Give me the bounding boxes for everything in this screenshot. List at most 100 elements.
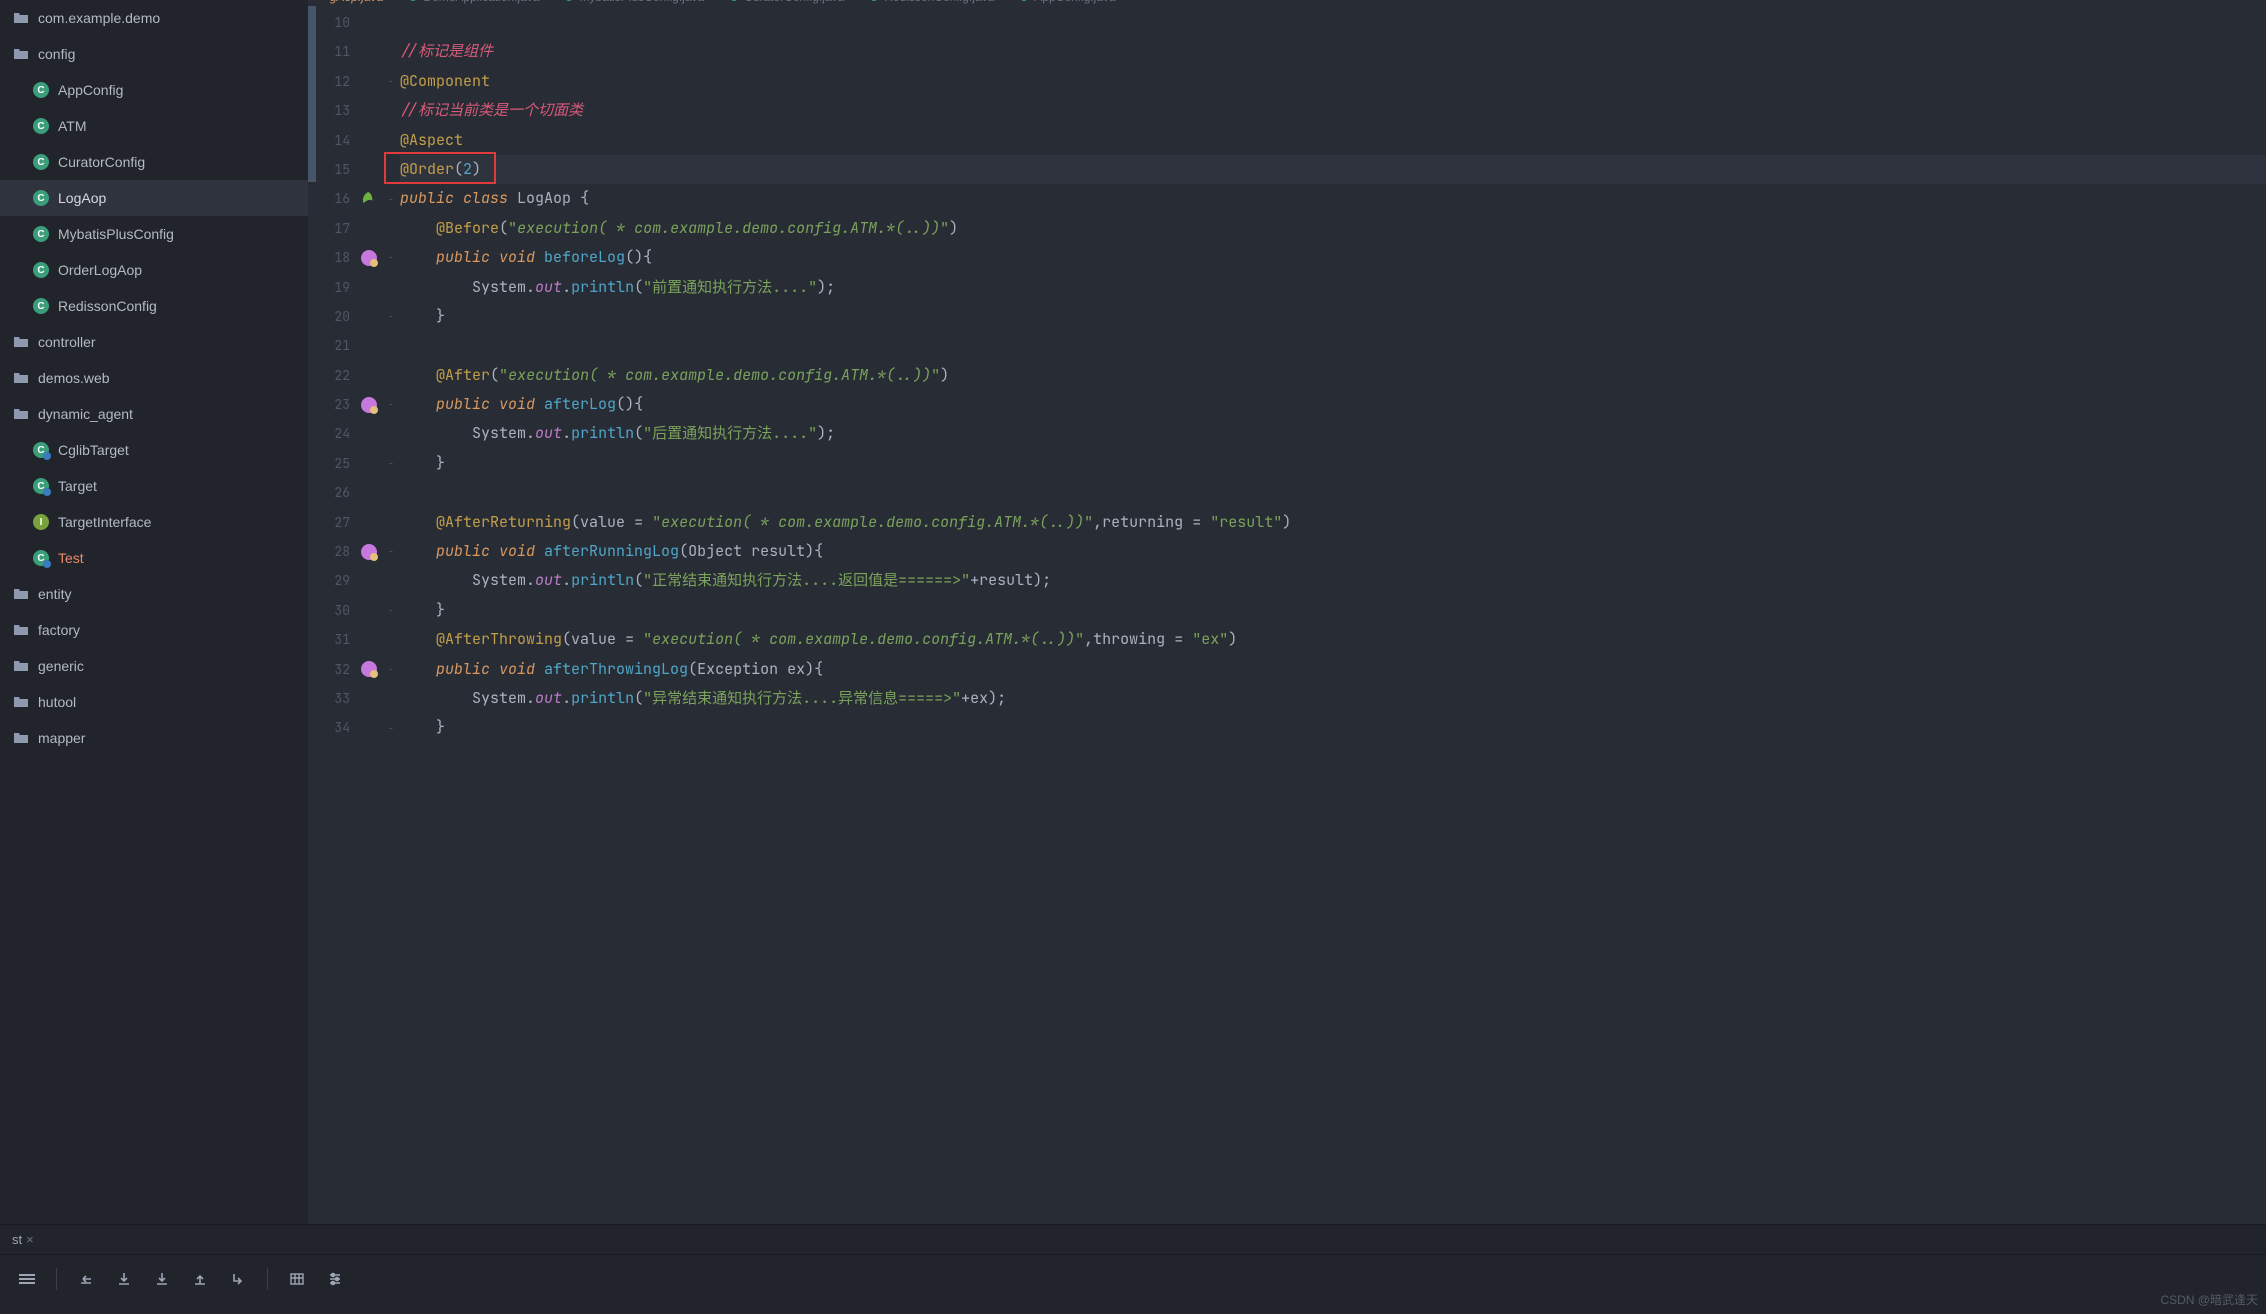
code-line-22[interactable]: @After("execution( * com.example.demo.co… (400, 361, 2266, 390)
indent-left-icon[interactable] (77, 1270, 95, 1288)
code-line-23[interactable]: public void afterLog(){ (400, 390, 2266, 419)
tree-item-config[interactable]: config (0, 36, 308, 72)
tree-item-entity[interactable]: entity (0, 576, 308, 612)
tree-item-label: CuratorConfig (58, 154, 145, 170)
tree-item-mybatisplusconfig[interactable]: C MybatisPlusConfig (0, 216, 308, 252)
tree-item-controller[interactable]: controller (0, 324, 308, 360)
fold-toggle[interactable]: − (382, 243, 400, 272)
tree-item-label: RedissonConfig (58, 298, 157, 314)
aop-gutter-icon[interactable] (356, 390, 382, 419)
tree-item-appconfig[interactable]: CAppConfig (0, 72, 308, 108)
fold-toggle[interactable]: − (382, 655, 400, 684)
code-line-13[interactable]: //标记当前类是一个切面类 (400, 96, 2266, 125)
code-line-11[interactable]: //标记是组件 (400, 37, 2266, 66)
fold-toggle[interactable]: − (382, 449, 400, 478)
code-line-19[interactable]: System.out.println("前置通知执行方法...."); (400, 273, 2266, 302)
code-line-34[interactable]: } (400, 713, 2266, 742)
download-icon[interactable] (115, 1270, 133, 1288)
fold-toggle[interactable]: − (382, 596, 400, 625)
project-tree[interactable]: com.example.demo configCAppConfigCATMCCu… (0, 0, 308, 1224)
tree-item-targetinterface[interactable]: ITargetInterface (0, 504, 308, 540)
tree-item-label: AppConfig (58, 82, 123, 98)
tree-root[interactable]: com.example.demo (0, 0, 308, 36)
fold-toggle[interactable]: − (382, 713, 400, 742)
tool-window-tabs[interactable]: st× (0, 1224, 2266, 1254)
tree-item-label: factory (38, 622, 80, 638)
tree-item-factory[interactable]: factory (0, 612, 308, 648)
tree-item-test[interactable]: CTest (0, 540, 308, 576)
class-icon: C (32, 297, 50, 315)
code-line-31[interactable]: @AfterThrowing(value = "execution( * com… (400, 625, 2266, 654)
tree-item-cglibtarget[interactable]: CCglibTarget (0, 432, 308, 468)
tree-item-atm[interactable]: CATM (0, 108, 308, 144)
tree-item-label: MybatisPlusConfig (58, 226, 174, 242)
code-line-32[interactable]: public void afterThrowingLog(Exception e… (400, 655, 2266, 684)
tree-root-label: com.example.demo (38, 10, 160, 26)
code-line-27[interactable]: @AfterReturning(value = "execution( * co… (400, 508, 2266, 537)
class-icon: C (32, 153, 50, 171)
table-icon[interactable] (288, 1270, 306, 1288)
tree-item-mapper[interactable]: mapper (0, 720, 308, 756)
fold-toggle[interactable]: − (382, 184, 400, 213)
tree-item-logaop[interactable]: CLogAop (0, 180, 308, 216)
fold-toggle[interactable]: − (382, 67, 400, 96)
download-icon[interactable] (153, 1270, 171, 1288)
folder-icon (12, 405, 30, 423)
tool-tab-st[interactable]: st× (4, 1228, 42, 1251)
code-line-14[interactable]: @Aspect (400, 126, 2266, 155)
tree-item-orderlogaop[interactable]: COrderLogAop (0, 252, 308, 288)
code-line-20[interactable]: } (400, 302, 2266, 331)
tree-item-label: Target (58, 478, 97, 494)
code-line-15[interactable]: @Order(2) (400, 155, 2266, 184)
folder-icon (12, 693, 30, 711)
tree-item-label: generic (38, 658, 84, 674)
class-icon: C (32, 441, 50, 459)
aop-gutter-icon[interactable] (356, 243, 382, 272)
code-line-30[interactable]: } (400, 596, 2266, 625)
fold-toggle[interactable]: − (382, 537, 400, 566)
folder-icon (12, 729, 30, 747)
settings-list-icon[interactable] (326, 1270, 344, 1288)
aop-gutter-icon[interactable] (356, 655, 382, 684)
folder-icon (12, 9, 30, 27)
menu-icon[interactable] (18, 1270, 36, 1288)
upload-icon[interactable] (191, 1270, 209, 1288)
fold-toggle[interactable]: − (382, 390, 400, 419)
tree-item-generic[interactable]: generic (0, 648, 308, 684)
code-line-10[interactable] (400, 8, 2266, 37)
code-line-16[interactable]: public class LogAop { (400, 184, 2266, 213)
tree-item-label: mapper (38, 730, 85, 746)
code-line-24[interactable]: System.out.println("后置通知执行方法...."); (400, 419, 2266, 448)
tree-item-label: hutool (38, 694, 76, 710)
tree-item-demos-web[interactable]: demos.web (0, 360, 308, 396)
code-area[interactable]: //标记是组件@Component//标记当前类是一个切面类@Aspect@Or… (400, 6, 2266, 1224)
tree-item-label: TargetInterface (58, 514, 151, 530)
aop-gutter-icon[interactable] (356, 537, 382, 566)
code-line-28[interactable]: public void afterRunningLog(Object resul… (400, 537, 2266, 566)
tree-item-hutool[interactable]: hutool (0, 684, 308, 720)
code-line-12[interactable]: @Component (400, 67, 2266, 96)
class-icon: C (32, 189, 50, 207)
folder-icon (12, 333, 30, 351)
class-icon: C (32, 117, 50, 135)
tree-item-redissonconfig[interactable]: C RedissonConfig (0, 288, 308, 324)
tree-item-target[interactable]: CTarget (0, 468, 308, 504)
code-line-29[interactable]: System.out.println("正常结束通知执行方法....返回值是==… (400, 566, 2266, 595)
spring-bean-icon[interactable] (356, 184, 382, 213)
class-icon: C (32, 225, 50, 243)
code-line-33[interactable]: System.out.println("异常结束通知执行方法....异常信息==… (400, 684, 2266, 713)
code-line-26[interactable] (400, 478, 2266, 507)
tree-item-dynamic_agent[interactable]: dynamic_agent (0, 396, 308, 432)
close-icon[interactable]: × (26, 1232, 34, 1247)
folder-icon (12, 585, 30, 603)
arrow-down-right-icon[interactable] (229, 1270, 247, 1288)
code-line-25[interactable]: } (400, 449, 2266, 478)
tree-item-label: demos.web (38, 370, 110, 386)
class-icon: C (32, 549, 50, 567)
fold-toggle[interactable]: − (382, 302, 400, 331)
code-line-21[interactable] (400, 331, 2266, 360)
bottom-toolbar[interactable] (0, 1254, 2266, 1302)
code-line-17[interactable]: @Before("execution( * com.example.demo.c… (400, 214, 2266, 243)
tree-item-curatorconfig[interactable]: C CuratorConfig (0, 144, 308, 180)
code-line-18[interactable]: public void beforeLog(){ (400, 243, 2266, 272)
